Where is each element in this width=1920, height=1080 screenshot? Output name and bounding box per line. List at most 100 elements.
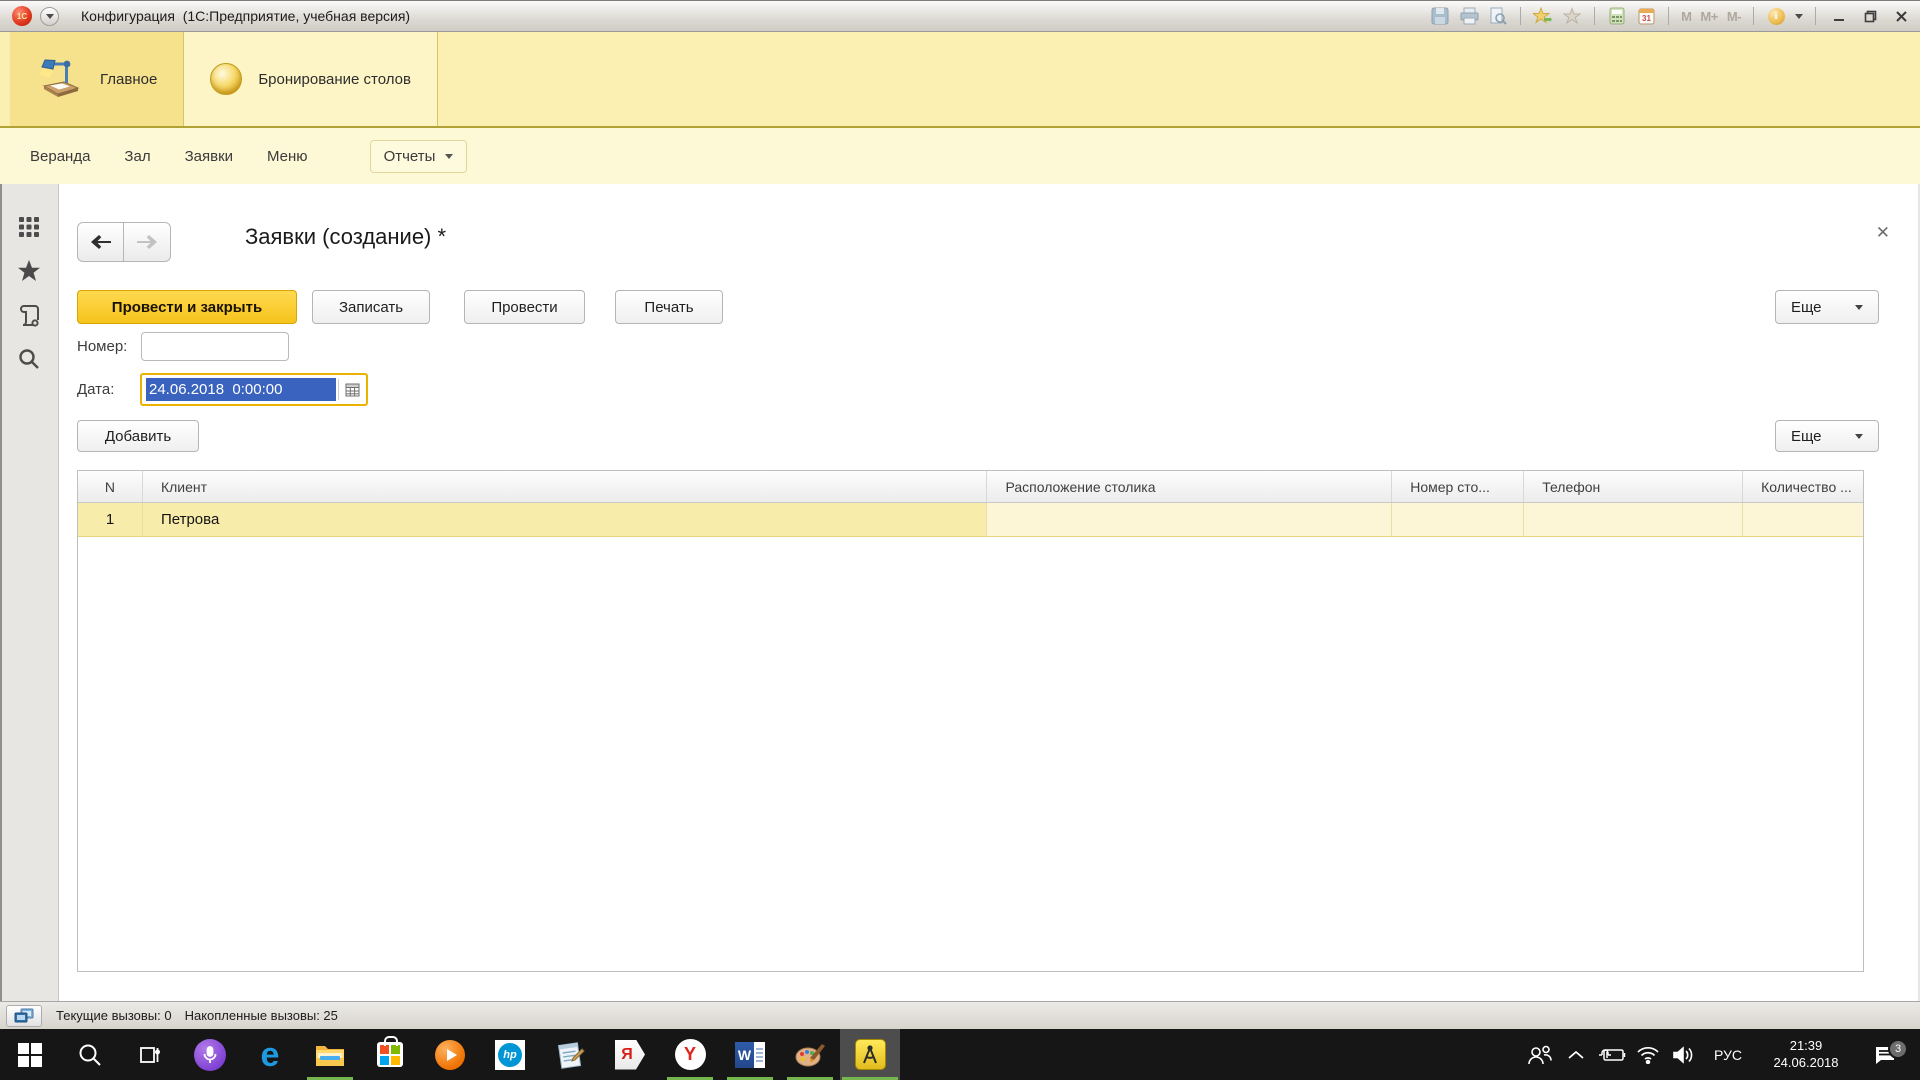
file-explorer-icon[interactable]	[300, 1029, 360, 1080]
memory-m-minus-button[interactable]: M-	[1727, 9, 1741, 24]
paint-icon[interactable]	[780, 1029, 840, 1080]
cell-phone[interactable]	[1524, 503, 1743, 537]
menu-item-veranda[interactable]: Веранда	[30, 148, 90, 165]
hp-icon[interactable]: hp	[480, 1029, 540, 1080]
print-preview-icon[interactable]	[1488, 6, 1508, 26]
onec-taskbar-icon[interactable]	[840, 1029, 900, 1080]
memory-m-button[interactable]: M	[1681, 9, 1691, 24]
menu-item-requests[interactable]: Заявки	[185, 148, 233, 165]
table-row[interactable]: 1 Петрова	[78, 503, 1863, 537]
search-icon[interactable]	[12, 342, 46, 376]
volume-icon[interactable]	[1666, 1046, 1702, 1064]
column-header-quantity[interactable]: Количество ...	[1743, 471, 1863, 502]
more-label: Еще	[1791, 428, 1822, 445]
chevron-down-icon	[1855, 305, 1863, 310]
memory-m-plus-button[interactable]: M+	[1700, 9, 1717, 24]
post-and-close-button[interactable]: Провести и закрыть	[77, 290, 297, 324]
menu-item-hall[interactable]: Зал	[124, 148, 150, 165]
hidden-icons-chevron[interactable]	[1558, 1050, 1594, 1060]
restore-button[interactable]	[1859, 6, 1881, 26]
calculator-icon[interactable]	[1607, 6, 1627, 26]
post-button[interactable]: Провести	[464, 290, 585, 324]
action-center-icon[interactable]: 3	[1858, 1045, 1912, 1065]
notepad-icon[interactable]	[540, 1029, 600, 1080]
column-header-client[interactable]: Клиент	[143, 471, 988, 502]
info-icon[interactable]: i	[1766, 6, 1786, 26]
more-button-top[interactable]: Еще	[1775, 290, 1879, 324]
divider	[1520, 7, 1521, 25]
tab-table-booking[interactable]: Бронирование столов	[184, 32, 438, 126]
column-header-location[interactable]: Расположение столика	[987, 471, 1392, 502]
cell-table-number[interactable]	[1392, 503, 1524, 537]
calendar-icon[interactable]: 31	[1636, 6, 1656, 26]
date-picker-button[interactable]	[339, 375, 366, 404]
current-calls-text: Текущие вызовы: 0	[56, 1008, 172, 1023]
column-header-phone[interactable]: Телефон	[1524, 471, 1743, 502]
edge-icon[interactable]: e	[240, 1029, 300, 1080]
start-button[interactable]	[0, 1029, 60, 1080]
system-tray: РУС 21:39 24.06.2018 3	[1522, 1029, 1920, 1080]
column-header-n[interactable]: N	[78, 471, 143, 502]
save-icon[interactable]	[1430, 6, 1450, 26]
write-button[interactable]: Записать	[312, 290, 430, 324]
clock[interactable]: 21:39 24.06.2018	[1754, 1038, 1858, 1072]
number-label: Номер:	[77, 338, 127, 355]
close-window-button[interactable]	[1890, 6, 1912, 26]
task-view-icon[interactable]	[120, 1029, 180, 1080]
print-button[interactable]: Печать	[615, 290, 723, 324]
cell-quantity[interactable]	[1743, 503, 1863, 537]
requests-table: N Клиент Расположение столика Номер сто.…	[77, 470, 1864, 972]
accumulated-calls-text: Накопленные вызовы: 25	[185, 1008, 338, 1023]
clock-time: 21:39	[1754, 1038, 1858, 1055]
app-window: 1С Конфигурация (1С:Предприятие, учебная…	[0, 0, 1920, 1080]
reports-dropdown-button[interactable]: Отчеты	[370, 140, 468, 173]
more-button-table[interactable]: Еще	[1775, 420, 1879, 452]
date-label: Дата:	[77, 381, 114, 398]
cell-n[interactable]: 1	[78, 503, 143, 537]
battery-icon[interactable]	[1594, 1047, 1630, 1063]
table-header-row: N Клиент Расположение столика Номер сто.…	[78, 471, 1863, 503]
back-button[interactable]	[77, 222, 124, 262]
tab-main[interactable]: Главное	[10, 32, 184, 126]
media-player-icon[interactable]	[420, 1029, 480, 1080]
microsoft-store-icon[interactable]	[360, 1029, 420, 1080]
cortana-icon[interactable]	[180, 1029, 240, 1080]
divider	[1668, 7, 1669, 25]
chevron-down-icon	[46, 14, 54, 19]
close-form-button[interactable]: ✕	[1876, 224, 1890, 241]
yandex-search-icon[interactable]: Я	[600, 1029, 660, 1080]
app-logo-1c-icon: 1С	[12, 6, 32, 26]
nav-history-group	[77, 222, 171, 262]
favorites-icon[interactable]	[1562, 6, 1582, 26]
minimize-button[interactable]	[1828, 6, 1850, 26]
cell-location[interactable]	[987, 503, 1392, 537]
forward-button[interactable]	[124, 222, 171, 262]
page-title: Заявки (создание) *	[245, 224, 446, 250]
menu-grid-icon[interactable]	[12, 210, 46, 244]
print-icon[interactable]	[1459, 6, 1479, 26]
favorites-star-icon[interactable]	[12, 254, 46, 288]
language-indicator[interactable]: РУС	[1702, 1047, 1754, 1063]
server-calls-icon[interactable]	[6, 1005, 42, 1027]
number-input[interactable]	[141, 332, 289, 361]
people-icon[interactable]	[1522, 1044, 1558, 1066]
add-row-button[interactable]: Добавить	[77, 420, 199, 452]
cell-client[interactable]: Петрова	[143, 503, 988, 537]
wifi-icon[interactable]	[1630, 1046, 1666, 1064]
column-header-table-number[interactable]: Номер сто...	[1392, 471, 1524, 502]
more-label: Еще	[1791, 299, 1822, 316]
yandex-browser-icon[interactable]: Y	[660, 1029, 720, 1080]
divider	[1815, 7, 1816, 25]
command-bar: Провести и закрыть Записать Провести Печ…	[77, 290, 723, 324]
history-scroll-icon[interactable]	[12, 298, 46, 332]
word-icon[interactable]: W	[720, 1029, 780, 1080]
svg-text:31: 31	[1642, 14, 1651, 23]
menu-item-menu[interactable]: Меню	[267, 148, 308, 165]
taskbar-search-icon[interactable]	[60, 1029, 120, 1080]
info-chevron-icon[interactable]	[1795, 14, 1803, 19]
window-menu-button[interactable]	[40, 7, 59, 26]
favorites-add-icon[interactable]	[1533, 6, 1553, 26]
left-toolbar	[2, 184, 56, 1001]
status-bar: Текущие вызовы: 0 Накопленные вызовы: 25	[0, 1001, 1920, 1029]
date-input[interactable]: 24.06.2018 0:00:00	[140, 373, 368, 406]
